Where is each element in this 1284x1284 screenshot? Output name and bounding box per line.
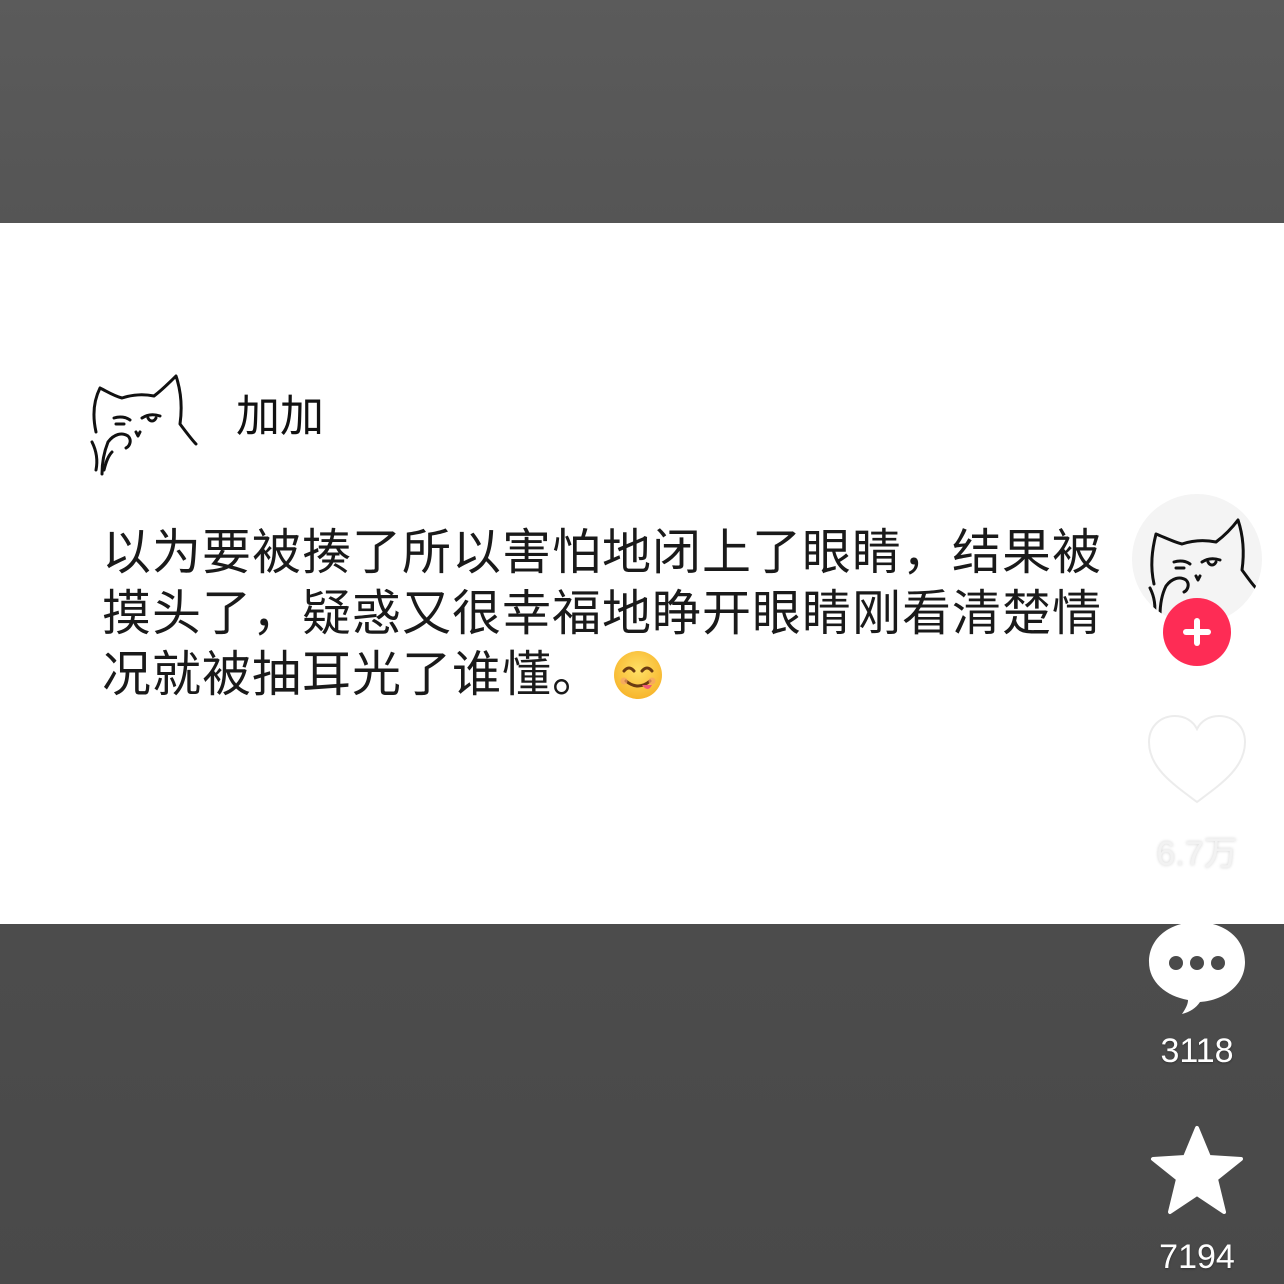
post-username[interactable]: 加加 [236,392,324,442]
like-count: 6.7万 [1156,835,1238,873]
star-icon[interactable] [1148,1124,1246,1218]
post-text: 以为要被揍了所以害怕地闭上了眼睛，结果被摸头了，疑惑又很幸福地睁开眼睛刚看清楚情… [102,524,1103,703]
comment-count: 3118 [1160,1032,1234,1070]
comment-icon[interactable] [1146,918,1248,1016]
follow-button[interactable] [1163,598,1231,666]
favorite-count: 7194 [1159,1238,1235,1276]
yum-face-emoji-icon [614,651,663,699]
cat-avatar-icon[interactable] [78,370,202,482]
post-text-block: 以为要被揍了所以害怕地闭上了眼睛，结果被摸头了，疑惑又很幸福地睁开眼睛刚看清楚情… [102,522,1122,705]
heart-icon[interactable] [1145,712,1249,808]
